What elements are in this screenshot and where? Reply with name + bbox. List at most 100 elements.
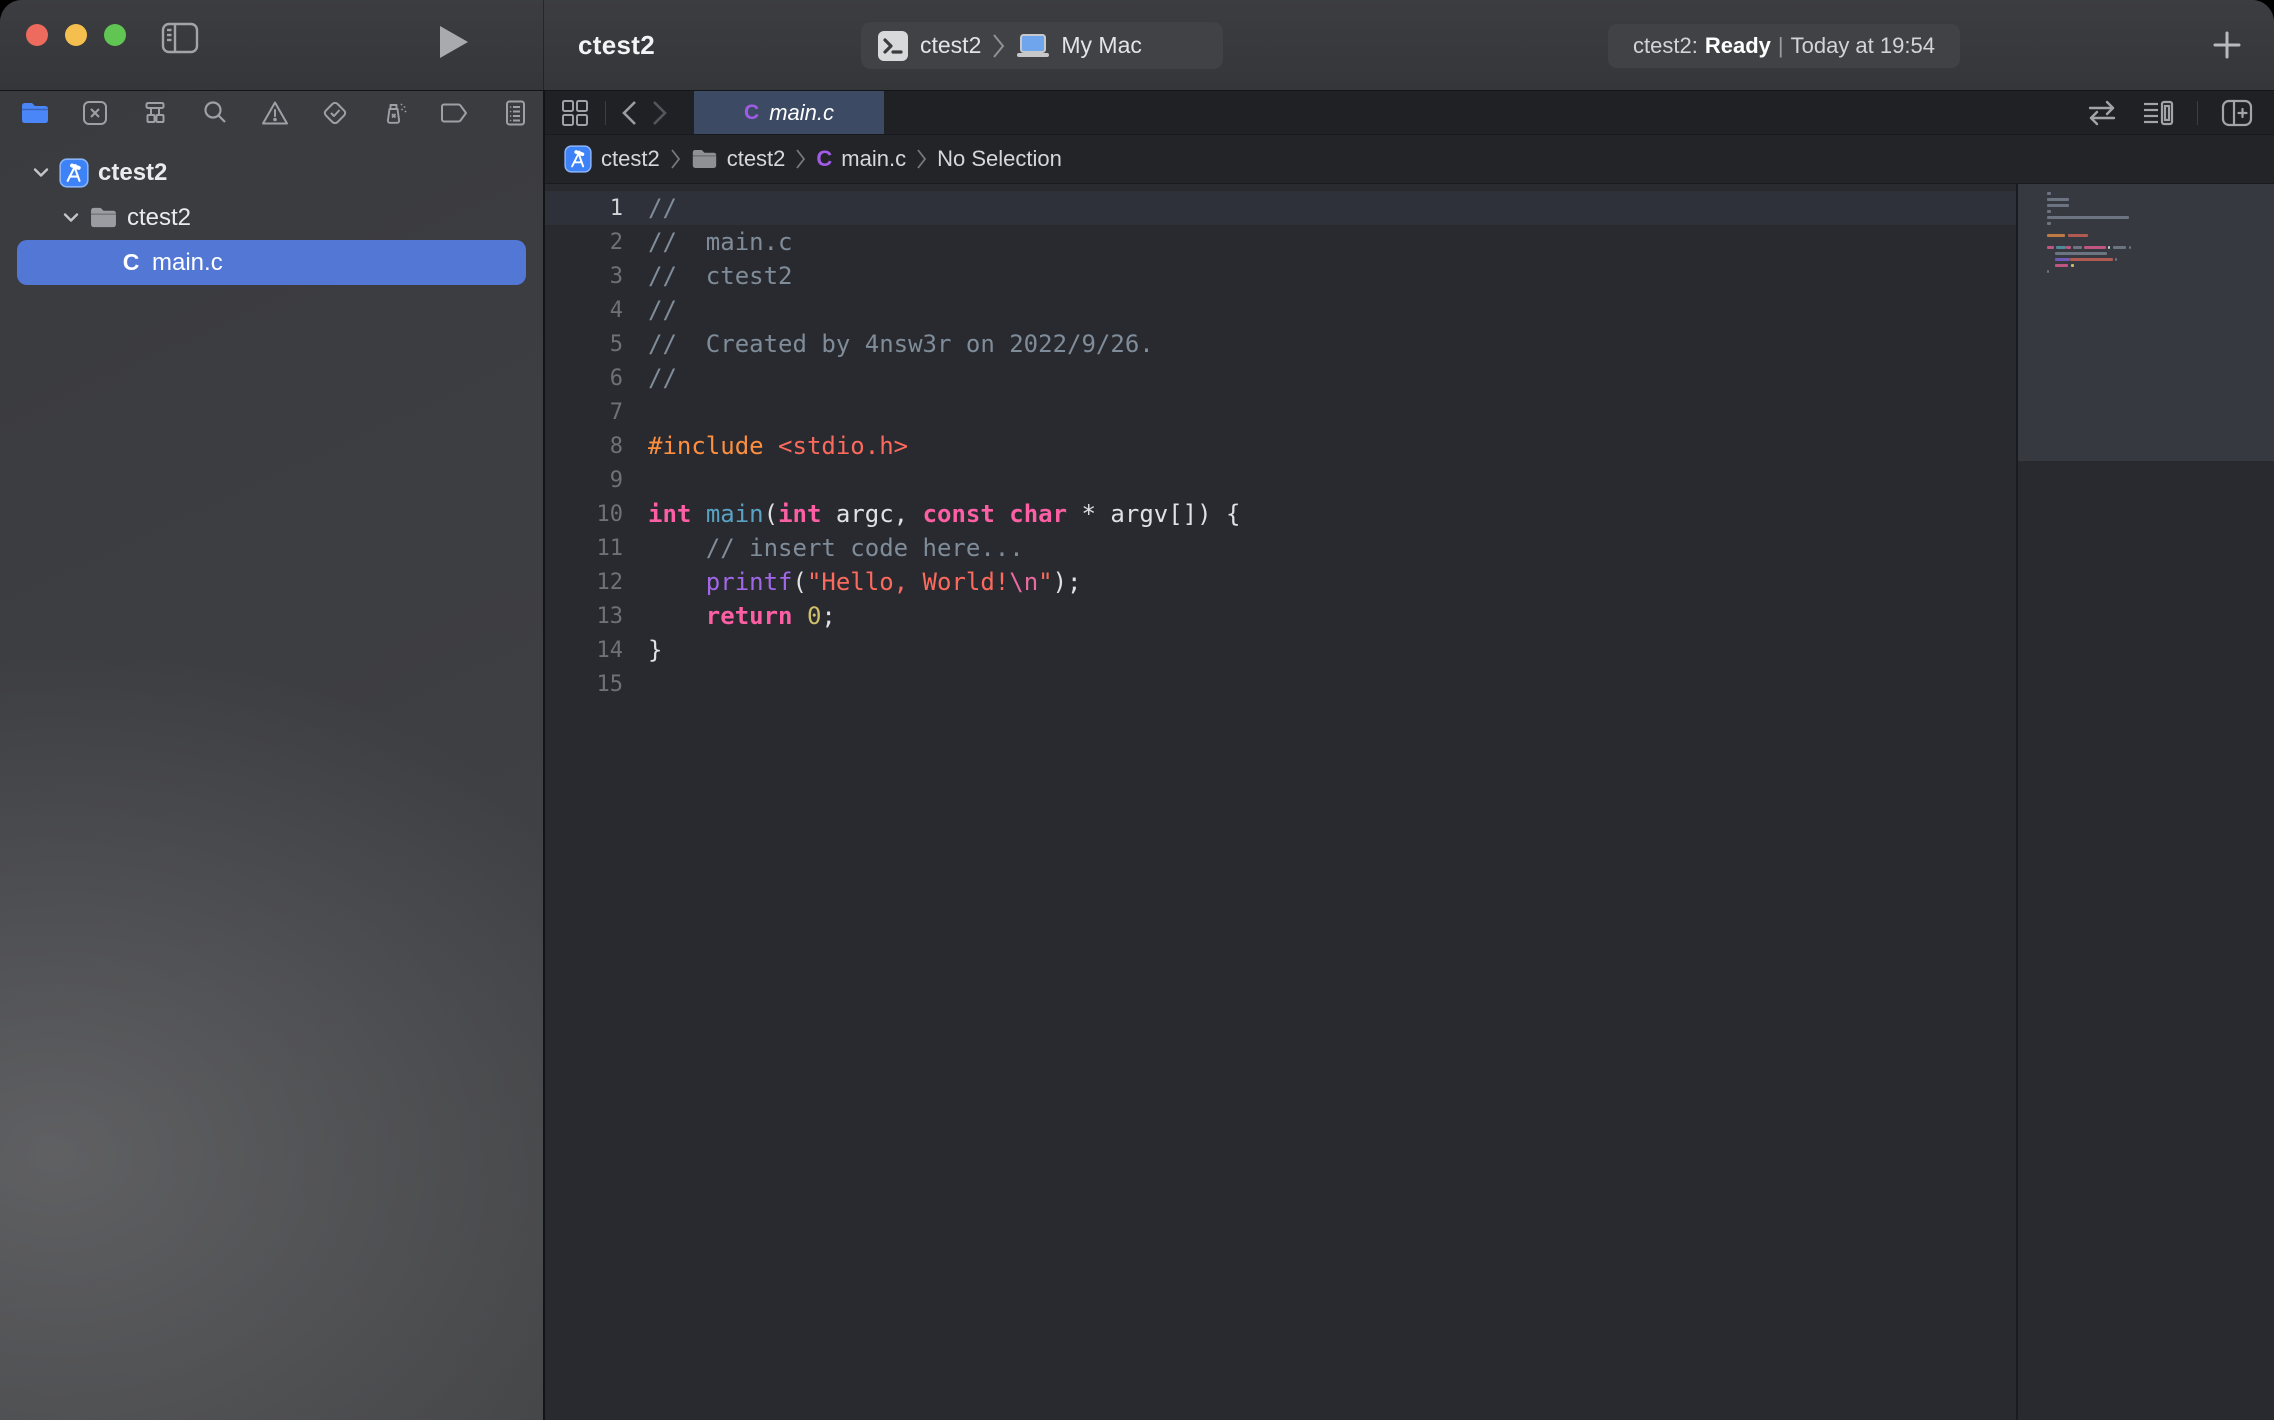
go-forward-icon[interactable] bbox=[652, 100, 668, 126]
activity-status[interactable]: ctest2: Ready | Today at 19:54 bbox=[1608, 24, 1960, 68]
c-letter-icon: C bbox=[816, 146, 832, 172]
tree-row-label: main.c bbox=[152, 249, 223, 277]
tree-row-ctest2[interactable]: ctest2 bbox=[17, 195, 526, 240]
navigator-tab-issues-icon[interactable] bbox=[259, 97, 290, 128]
chevron-right-icon bbox=[992, 33, 1005, 59]
code-line-9[interactable]: 9 bbox=[545, 463, 2016, 497]
code-line-14[interactable]: 14} bbox=[545, 633, 2016, 667]
add-editor-icon[interactable] bbox=[2220, 98, 2254, 128]
disclosure-chevron-icon[interactable] bbox=[32, 167, 50, 178]
c-file-icon: C bbox=[744, 101, 759, 125]
navigator-tab-debug-icon[interactable] bbox=[379, 97, 410, 128]
minimap-rows bbox=[2047, 192, 2268, 282]
code-text: // Created by 4nsw3r on 2022/9/26. bbox=[623, 330, 1154, 358]
scheme-destination[interactable]: My Mac bbox=[1061, 32, 1142, 59]
tab-main-c[interactable]: C main.c bbox=[694, 91, 884, 134]
code-text: // bbox=[623, 296, 677, 324]
editor-tab-bar: C main.c bbox=[545, 91, 2274, 135]
breadcrumb-chevron-icon bbox=[916, 148, 927, 170]
code-line-13[interactable]: 13 return 0; bbox=[545, 599, 2016, 633]
divider bbox=[605, 101, 606, 125]
navigator-tab-source-control-icon[interactable] bbox=[79, 97, 110, 128]
breadcrumb-label: main.c bbox=[841, 146, 906, 172]
code-text: // bbox=[623, 194, 677, 222]
tree-row-ctest2[interactable]: ctest2 bbox=[17, 150, 526, 195]
minimap-line-15 bbox=[2047, 276, 2268, 282]
line-number: 10 bbox=[545, 502, 623, 527]
zoom-button[interactable] bbox=[104, 24, 126, 46]
close-button[interactable] bbox=[26, 24, 48, 46]
toolbar: ctest2 ctest2 My Mac bbox=[0, 0, 2274, 91]
breadcrumb-chevron-icon bbox=[670, 148, 681, 170]
source-editor[interactable]: 1//2// main.c3// ctest24//5// Created by… bbox=[545, 184, 2016, 1420]
library-plus-button[interactable] bbox=[2208, 26, 2246, 64]
related-items-grid-icon[interactable] bbox=[560, 98, 590, 128]
editor-options-icon[interactable] bbox=[2141, 98, 2175, 128]
code-line-1[interactable]: 1// bbox=[545, 191, 2016, 225]
breadcrumb-item-ctest2[interactable]: ctest2 bbox=[691, 146, 786, 172]
line-number: 12 bbox=[545, 570, 623, 595]
code-text: } bbox=[623, 636, 662, 664]
breadcrumb-item-ctest2[interactable]: ctest2 bbox=[564, 145, 660, 173]
navigator-tab-reports-icon[interactable] bbox=[499, 97, 530, 128]
navigator-tab-breakpoints-icon[interactable] bbox=[439, 97, 470, 128]
code-line-2[interactable]: 2// main.c bbox=[545, 225, 2016, 259]
go-back-icon[interactable] bbox=[621, 100, 637, 126]
navigator-tab-find-icon[interactable] bbox=[199, 97, 230, 128]
code-line-7[interactable]: 7 bbox=[545, 395, 2016, 429]
tab-controls bbox=[545, 91, 678, 134]
breadcrumb-item-main-c[interactable]: Cmain.c bbox=[816, 146, 906, 172]
minimize-button[interactable] bbox=[65, 24, 87, 46]
navigator-tab-tests-icon[interactable] bbox=[319, 97, 350, 128]
minimap[interactable] bbox=[2016, 184, 2274, 1420]
code-text: return 0; bbox=[623, 602, 836, 630]
code-text: // insert code here... bbox=[623, 534, 1024, 562]
sidebar-toggle-icon[interactable] bbox=[160, 21, 200, 55]
tab-label: main.c bbox=[769, 100, 834, 126]
project-navigator-tree: ctest2 ctest2 Cmain.c bbox=[0, 134, 543, 285]
code-line-12[interactable]: 12 printf("Hello, World!\n"); bbox=[545, 565, 2016, 599]
breadcrumb-item-no-selection[interactable]: No Selection bbox=[937, 146, 1062, 172]
scheme-name[interactable]: ctest2 bbox=[920, 32, 981, 59]
code-line-11[interactable]: 11 // insert code here... bbox=[545, 531, 2016, 565]
breadcrumb-label: ctest2 bbox=[727, 146, 786, 172]
code-text: int main(int argc, const char * argv[]) … bbox=[623, 500, 1240, 528]
line-number: 11 bbox=[545, 536, 623, 561]
code-line-15[interactable]: 15 bbox=[545, 667, 2016, 701]
disclosure-chevron-icon[interactable] bbox=[62, 212, 80, 223]
scheme-selector[interactable]: ctest2 My Mac bbox=[861, 22, 1223, 69]
navigator-tab-symbols-icon[interactable] bbox=[139, 97, 170, 128]
code-line-10[interactable]: 10int main(int argc, const char * argv[]… bbox=[545, 497, 2016, 531]
window-title-group: ctest2 bbox=[562, 0, 655, 90]
status-divider: | bbox=[1778, 33, 1784, 59]
code-text: #include <stdio.h> bbox=[623, 432, 908, 460]
xcode-project-icon bbox=[59, 158, 89, 188]
code-review-arrows-icon[interactable] bbox=[2085, 99, 2119, 127]
line-number: 3 bbox=[545, 264, 623, 289]
main-split: ctest2 ctest2 Cmain.c bbox=[0, 91, 2274, 1420]
status-target: ctest2: bbox=[1633, 33, 1698, 59]
folder-icon bbox=[89, 206, 118, 229]
divider bbox=[2197, 101, 2198, 125]
code-text: // main.c bbox=[623, 228, 793, 256]
editor-pane: C main.c bbox=[545, 91, 2274, 1420]
c-file-icon: C bbox=[119, 249, 143, 276]
tree-row-label: ctest2 bbox=[127, 204, 191, 232]
code-line-3[interactable]: 3// ctest2 bbox=[545, 259, 2016, 293]
code-line-5[interactable]: 5// Created by 4nsw3r on 2022/9/26. bbox=[545, 327, 2016, 361]
my-mac-icon bbox=[1016, 33, 1050, 59]
code-line-8[interactable]: 8#include <stdio.h> bbox=[545, 429, 2016, 463]
tree-row-main.c[interactable]: Cmain.c bbox=[17, 240, 526, 285]
code-line-6[interactable]: 6// bbox=[545, 361, 2016, 395]
line-number: 8 bbox=[545, 434, 623, 459]
editor-bar-right-controls bbox=[2085, 91, 2274, 134]
run-button[interactable] bbox=[436, 22, 470, 62]
breadcrumb-label: No Selection bbox=[937, 146, 1062, 172]
navigator-sidebar: ctest2 ctest2 Cmain.c bbox=[0, 91, 545, 1420]
line-number: 15 bbox=[545, 672, 623, 697]
code-line-4[interactable]: 4// bbox=[545, 293, 2016, 327]
code-text: printf("Hello, World!\n"); bbox=[623, 568, 1082, 596]
breadcrumb-chevron-icon bbox=[795, 148, 806, 170]
navigator-tab-project-icon[interactable] bbox=[19, 97, 50, 128]
code-area: 1//2// main.c3// ctest24//5// Created by… bbox=[545, 184, 2274, 1420]
